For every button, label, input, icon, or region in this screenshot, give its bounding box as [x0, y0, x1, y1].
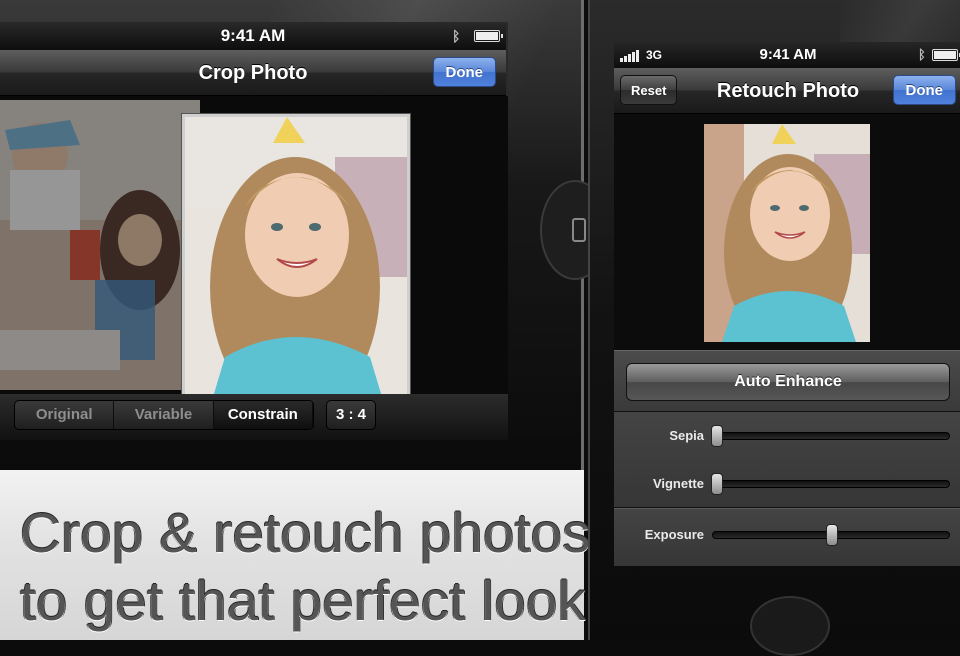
background-photo [0, 100, 200, 390]
crop-screen: 9:41 AM ᛒ Crop Photo Done Original Varia… [0, 22, 508, 440]
aspect-ratio-button[interactable]: 3 : 4 [326, 400, 376, 430]
vignette-label: Vignette [652, 476, 704, 491]
enhance-row: Auto Enhance [614, 350, 960, 412]
photo-preview [614, 114, 960, 350]
exposure-label: Exposure [644, 527, 704, 542]
segment-constrain[interactable]: Constrain [213, 401, 313, 429]
left-device: 9:41 AM ᛒ Crop Photo Done Original Varia… [0, 0, 610, 470]
retouch-screen: 3G 9:41 AM ᛒ Reset Retouch Photo Done Au… [614, 42, 960, 566]
crop-frame[interactable] [182, 114, 410, 396]
battery-icon [932, 49, 960, 61]
crop-area[interactable] [0, 96, 508, 396]
exposure-slider-thumb[interactable] [826, 524, 838, 546]
cropped-photo [185, 117, 407, 396]
effect-sliders: Sepia Vignette [614, 412, 960, 508]
preview-photo [704, 124, 870, 342]
status-time: 9:41 AM [220, 26, 286, 45]
bluetooth-icon: ᛒ [918, 47, 926, 62]
status-bar: 3G 9:41 AM ᛒ [614, 42, 960, 68]
done-button[interactable]: Done [892, 75, 956, 105]
bluetooth-icon: ᛒ [452, 28, 461, 44]
sepia-slider-thumb[interactable] [711, 425, 723, 447]
crop-toolbar: Original Variable Constrain 3 : 4 [0, 394, 508, 440]
page-title: Crop Photo [198, 62, 308, 84]
vignette-slider[interactable] [711, 473, 950, 495]
sepia-label: Sepia [669, 428, 704, 443]
home-button-icon [750, 596, 830, 656]
vignette-slider-thumb[interactable] [711, 473, 723, 495]
status-time: 9:41 AM [759, 46, 817, 63]
battery-icon [474, 30, 503, 42]
banner-headline: Crop & retouch photos [20, 501, 591, 564]
segment-variable[interactable]: Variable [114, 401, 214, 429]
retouch-navbar: Reset Retouch Photo Done [614, 68, 960, 114]
crop-navbar: Crop Photo Done [0, 50, 506, 96]
status-bar: 9:41 AM ᛒ [0, 22, 506, 50]
banner-subline: to get that perfect look [20, 569, 587, 632]
done-button[interactable]: Done [432, 57, 496, 87]
promo-banner: Crop & retouch photos to get that perfec… [0, 470, 590, 640]
exposure-slider[interactable] [712, 524, 950, 546]
auto-enhance-button[interactable]: Auto Enhance [626, 363, 950, 401]
segment-original[interactable]: Original [15, 401, 115, 429]
sepia-slider[interactable] [711, 425, 950, 447]
crop-mode-segmented-control: Original Variable Constrain [14, 400, 314, 430]
exposure-section: Exposure [614, 508, 960, 566]
right-device: 3G 9:41 AM ᛒ Reset Retouch Photo Done Au… [588, 0, 960, 656]
